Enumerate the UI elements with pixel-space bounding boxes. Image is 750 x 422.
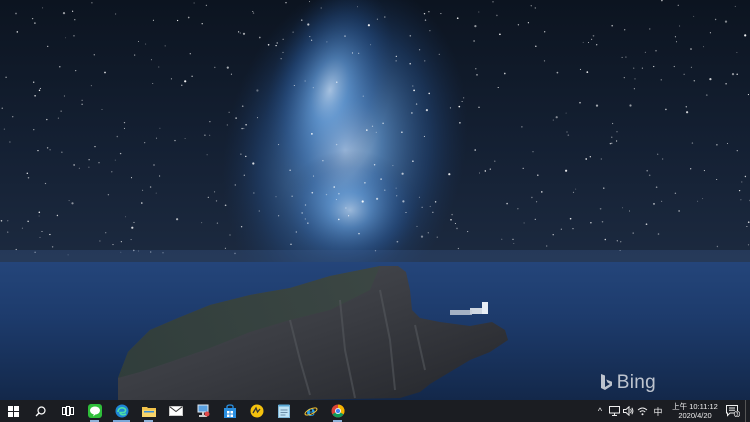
taskbar: e ^ 中 上午 10:11:12 2020/4/20 3 [0, 400, 750, 422]
bing-watermark: Bing [599, 372, 656, 394]
folder-icon [141, 407, 156, 417]
store-bag-icon [223, 404, 236, 418]
mail-app-button[interactable] [162, 400, 189, 422]
notification-count: 3 [736, 412, 739, 417]
desktop[interactable]: Bing [0, 0, 750, 400]
system-tray: ^ 中 上午 10:11:12 2020/4/20 3 [593, 400, 750, 422]
network-icon[interactable] [607, 400, 621, 422]
start-button[interactable] [0, 400, 27, 422]
yellow-app-icon [250, 404, 263, 418]
volume-icon[interactable] [621, 400, 635, 422]
clock-date: 2020/4/20 [678, 411, 712, 420]
monitor-network-icon [608, 406, 620, 416]
store-app-button[interactable] [216, 400, 243, 422]
task-view-icon [61, 406, 74, 416]
notepad-icon [277, 404, 290, 418]
windows-logo-icon [8, 405, 19, 417]
input-method-indicator[interactable]: 中 [649, 400, 667, 422]
chrome-icon [331, 404, 344, 418]
ie-app-button[interactable]: e [297, 400, 324, 422]
edge-browser-icon [115, 404, 128, 418]
speaker-icon [622, 406, 633, 416]
notepad-app-button[interactable] [270, 400, 297, 422]
network-app-button[interactable] [189, 400, 216, 422]
wifi-icon[interactable] [635, 400, 649, 422]
line-chat-icon [87, 404, 102, 418]
file-explorer-button[interactable] [135, 400, 162, 422]
svg-text:e: e [306, 404, 315, 418]
unknown-app-button[interactable] [243, 400, 270, 422]
wifi-signal-icon [637, 407, 647, 416]
notification-icon: 3 [726, 405, 740, 417]
task-view-button[interactable] [54, 400, 81, 422]
clock-time: 上午 10:11:12 [672, 402, 718, 411]
line-app-button[interactable] [81, 400, 108, 422]
bing-text: Bing [616, 372, 656, 393]
chrome-app-button[interactable] [324, 400, 351, 422]
edge-app-button[interactable] [108, 400, 135, 422]
internet-explorer-icon: e [304, 404, 317, 418]
wallpaper [0, 0, 750, 400]
show-hidden-icons-chevron[interactable]: ^ [593, 400, 607, 422]
search-icon [35, 405, 46, 416]
bing-logo-icon [600, 374, 612, 390]
action-center-button[interactable]: 3 [721, 400, 745, 422]
show-desktop-button[interactable] [745, 400, 750, 422]
clock[interactable]: 上午 10:11:12 2020/4/20 [669, 402, 721, 420]
network-pc-icon [197, 404, 209, 417]
mail-icon [168, 406, 183, 416]
search-button[interactable] [27, 400, 54, 422]
